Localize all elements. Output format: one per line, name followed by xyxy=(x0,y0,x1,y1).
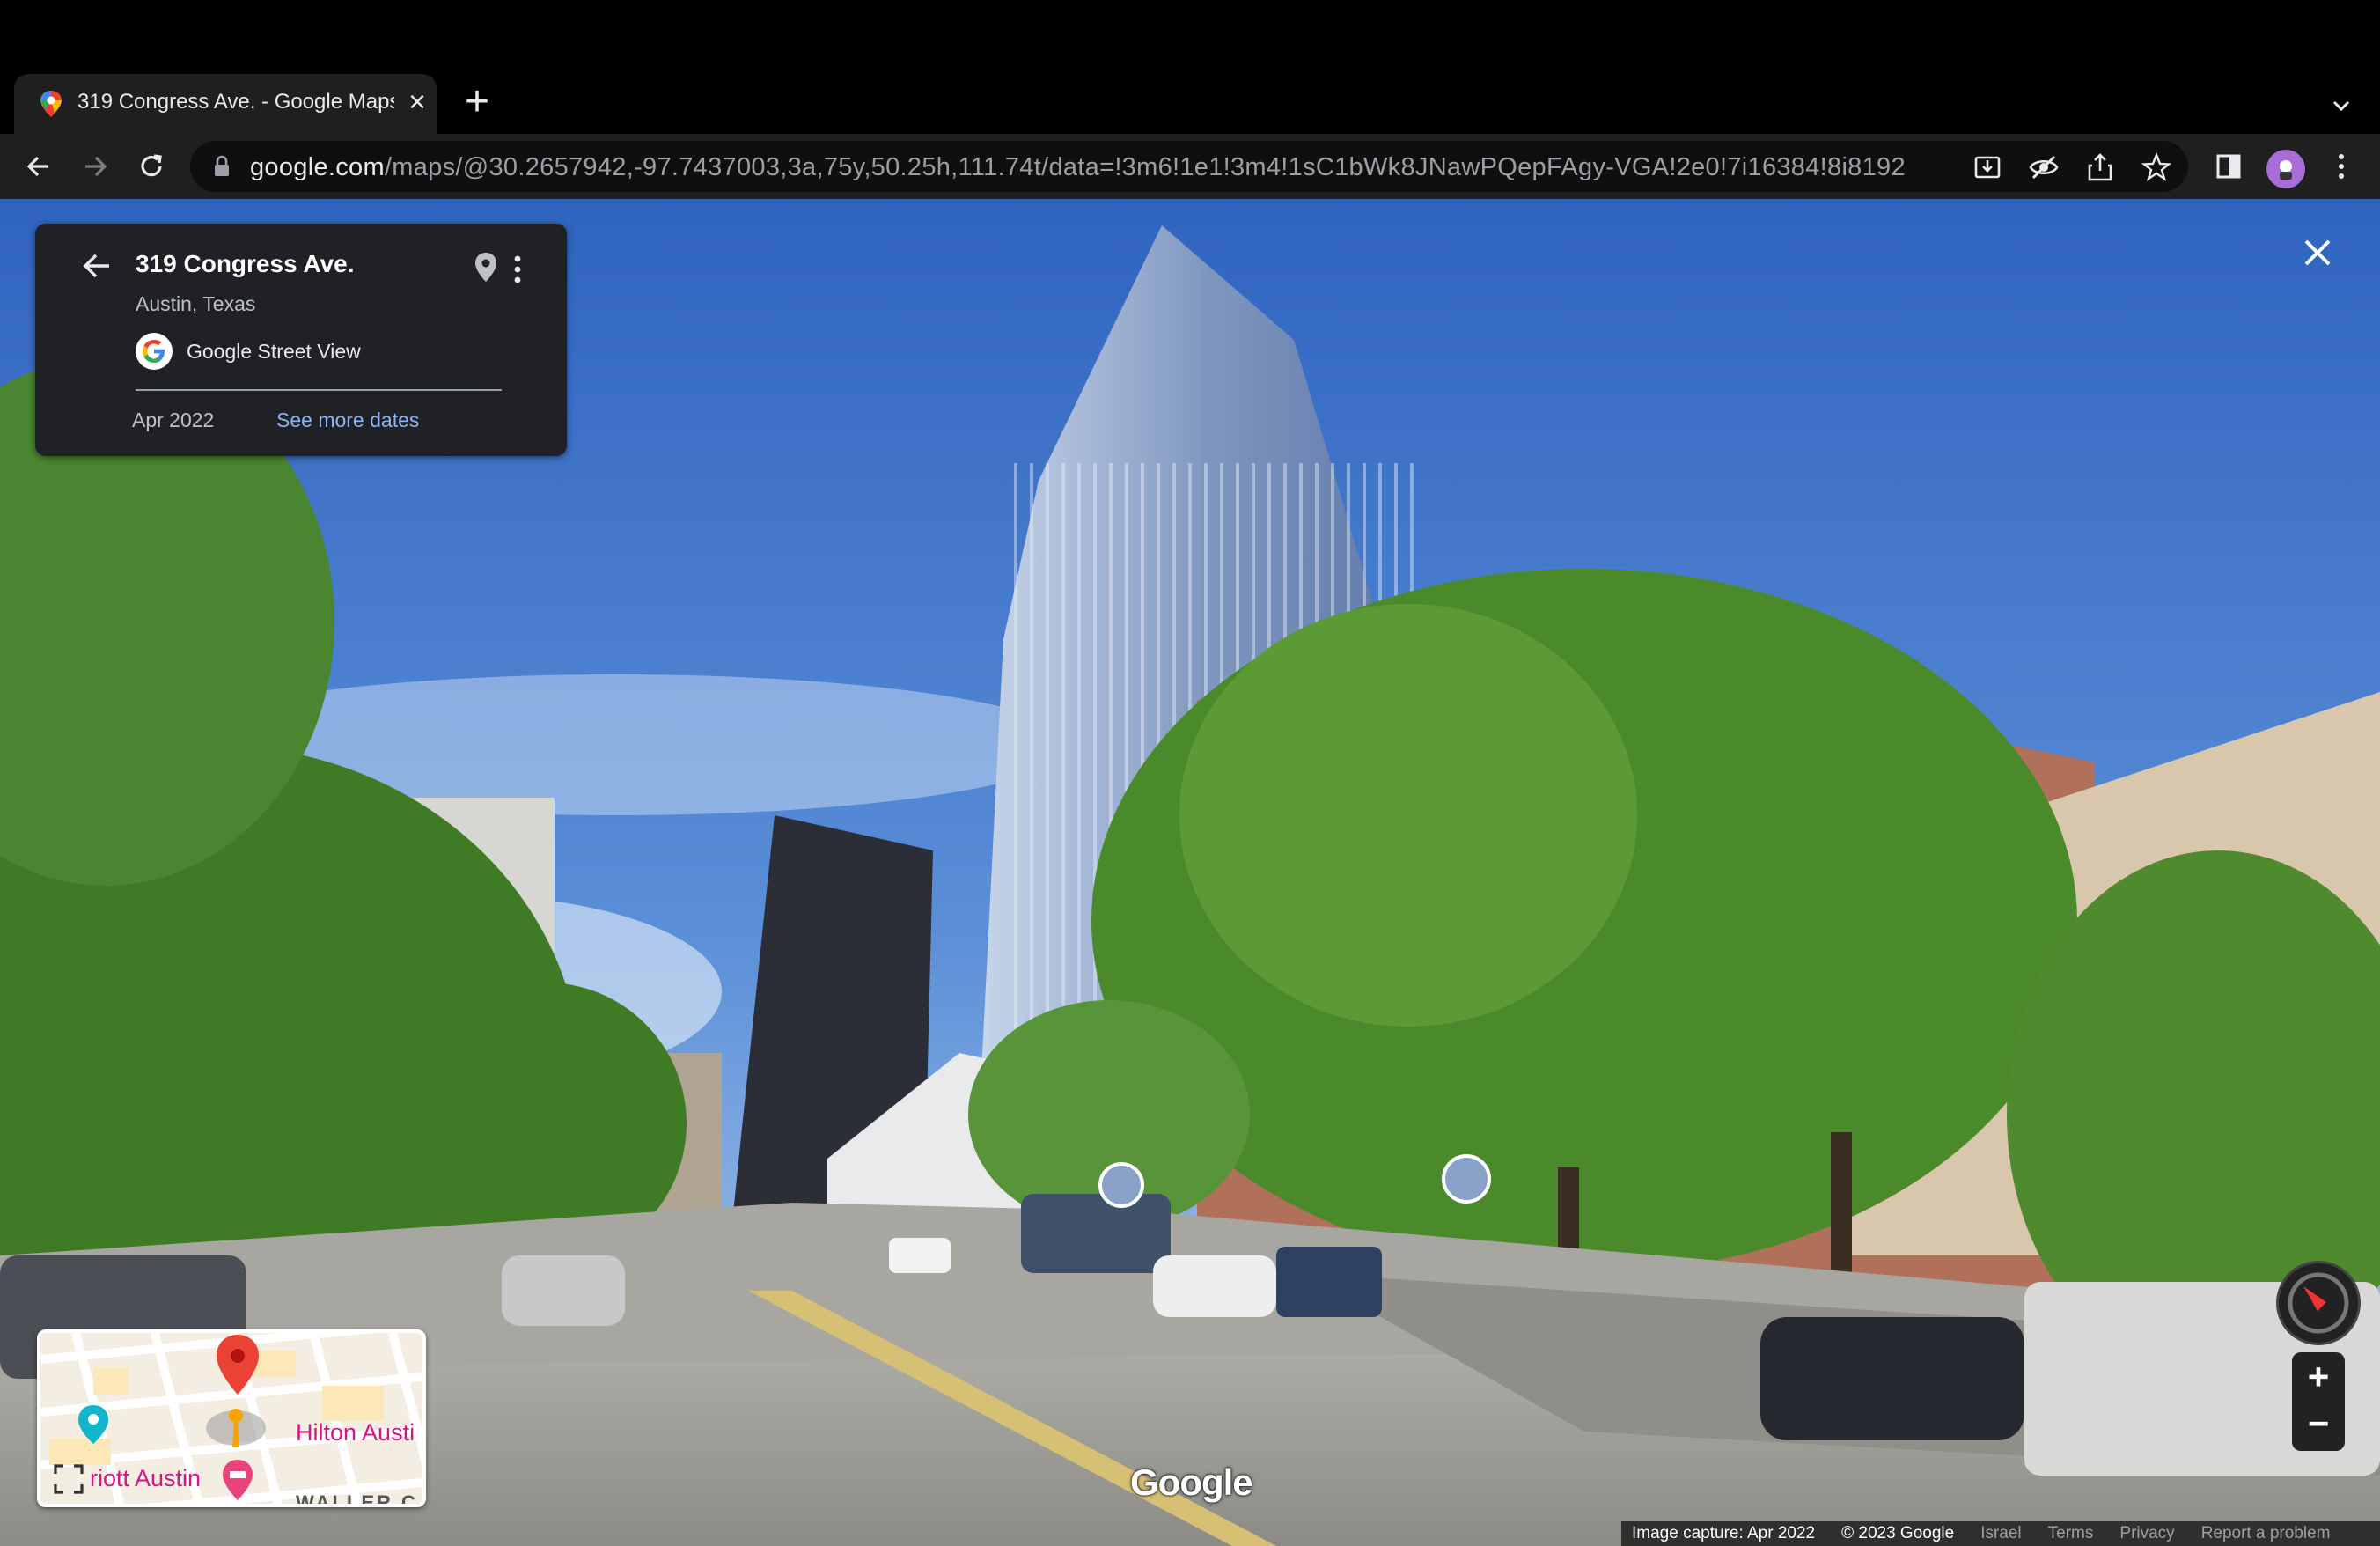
map-footer: Image capture: Apr 2022 © 2023 Google Is… xyxy=(1621,1521,2380,1546)
navigation-marker-2[interactable] xyxy=(1442,1154,1491,1204)
compass-icon xyxy=(2288,1272,2349,1334)
back-button[interactable] xyxy=(18,145,60,188)
browser-tab-strip: 319 Congress Ave. - Google Maps × + xyxy=(0,0,2380,134)
navigation-marker-1[interactable] xyxy=(1098,1162,1144,1208)
share-icon[interactable] xyxy=(2082,150,2118,185)
url-text[interactable]: google.com/maps/@30.2657942,-97.7437003,… xyxy=(250,153,1906,182)
zoom-in-button[interactable]: + xyxy=(2292,1352,2345,1402)
google-maps-favicon-icon xyxy=(40,91,62,117)
more-options-icon[interactable] xyxy=(507,252,528,287)
minimap-hotel-label: riott Austin xyxy=(90,1465,202,1491)
zoom-out-button[interactable]: − xyxy=(2292,1402,2345,1451)
street-view-info-card: 319 Congress Ave. Austin, Texas Google S… xyxy=(35,224,567,456)
reload-icon xyxy=(141,154,162,177)
install-app-icon[interactable] xyxy=(1970,150,2005,185)
minimap-hotel-label: Hilton Austi xyxy=(296,1419,415,1446)
location-pin-icon xyxy=(217,1335,259,1395)
hotel-marker-icon xyxy=(223,1460,253,1500)
privacy-link[interactable]: Privacy xyxy=(2119,1524,2174,1543)
browser-toolbar: google.com/maps/@30.2657942,-97.7437003,… xyxy=(0,134,2380,199)
terms-link[interactable]: Terms xyxy=(2048,1524,2094,1543)
back-arrow-icon xyxy=(26,156,48,177)
new-tab-button[interactable]: + xyxy=(458,81,496,123)
minimap[interactable]: Hilton Austi riott Austin WALLER C xyxy=(37,1329,426,1507)
google-logo-icon xyxy=(136,333,173,370)
card-divider xyxy=(136,389,502,391)
avatar-icon xyxy=(2280,160,2292,180)
google-watermark: Google xyxy=(1130,1461,1253,1503)
country-label[interactable]: Israel xyxy=(1980,1524,2021,1543)
tab-search-chevron-icon[interactable] xyxy=(2324,88,2359,123)
browser-tab[interactable]: 319 Congress Ave. - Google Maps × xyxy=(14,74,437,134)
minimap-street-label: WALLER C xyxy=(296,1491,418,1507)
tab-close-icon[interactable]: × xyxy=(401,86,433,118)
eye-slash-icon[interactable] xyxy=(2026,150,2061,185)
expand-map-icon[interactable] xyxy=(53,1463,84,1495)
close-street-view-icon[interactable] xyxy=(2297,232,2338,273)
imagery-source-label: Google Street View xyxy=(187,340,361,363)
side-panel-icon xyxy=(2216,154,2241,179)
url-path: /maps/@30.2657942,-97.7437003,3a,75y,50.… xyxy=(384,153,1906,181)
forward-button[interactable] xyxy=(74,145,116,188)
back-arrow-icon[interactable] xyxy=(77,247,116,285)
place-subtitle: Austin, Texas xyxy=(136,292,256,315)
park-marker-icon xyxy=(78,1405,108,1444)
side-panel-button[interactable] xyxy=(2207,145,2250,188)
map-pin-icon[interactable] xyxy=(470,250,502,285)
copyright: © 2023 Google xyxy=(1841,1524,1955,1542)
vertical-dots-icon xyxy=(2339,154,2344,179)
compass-control[interactable] xyxy=(2276,1261,2361,1345)
url-host: google.com xyxy=(250,153,385,181)
zoom-controls: + − xyxy=(2292,1352,2345,1451)
image-capture-date: Image capture: Apr 2022 xyxy=(1632,1524,1816,1542)
report-problem-link[interactable]: Report a problem xyxy=(2201,1524,2331,1543)
bookmark-star-icon[interactable] xyxy=(2139,150,2174,185)
browser-menu-button[interactable] xyxy=(2320,145,2362,188)
tab-title: 319 Congress Ave. - Google Maps xyxy=(77,90,394,114)
profile-avatar[interactable] xyxy=(2266,150,2305,188)
forward-arrow-icon xyxy=(85,156,107,177)
lock-icon xyxy=(215,155,229,176)
capture-date: Apr 2022 xyxy=(132,409,215,431)
place-title: 319 Congress Ave. xyxy=(136,250,355,277)
reload-button[interactable] xyxy=(130,145,173,188)
see-more-dates-link[interactable]: See more dates xyxy=(276,409,419,432)
address-bar[interactable]: google.com/maps/@30.2657942,-97.7437003,… xyxy=(190,141,2188,192)
